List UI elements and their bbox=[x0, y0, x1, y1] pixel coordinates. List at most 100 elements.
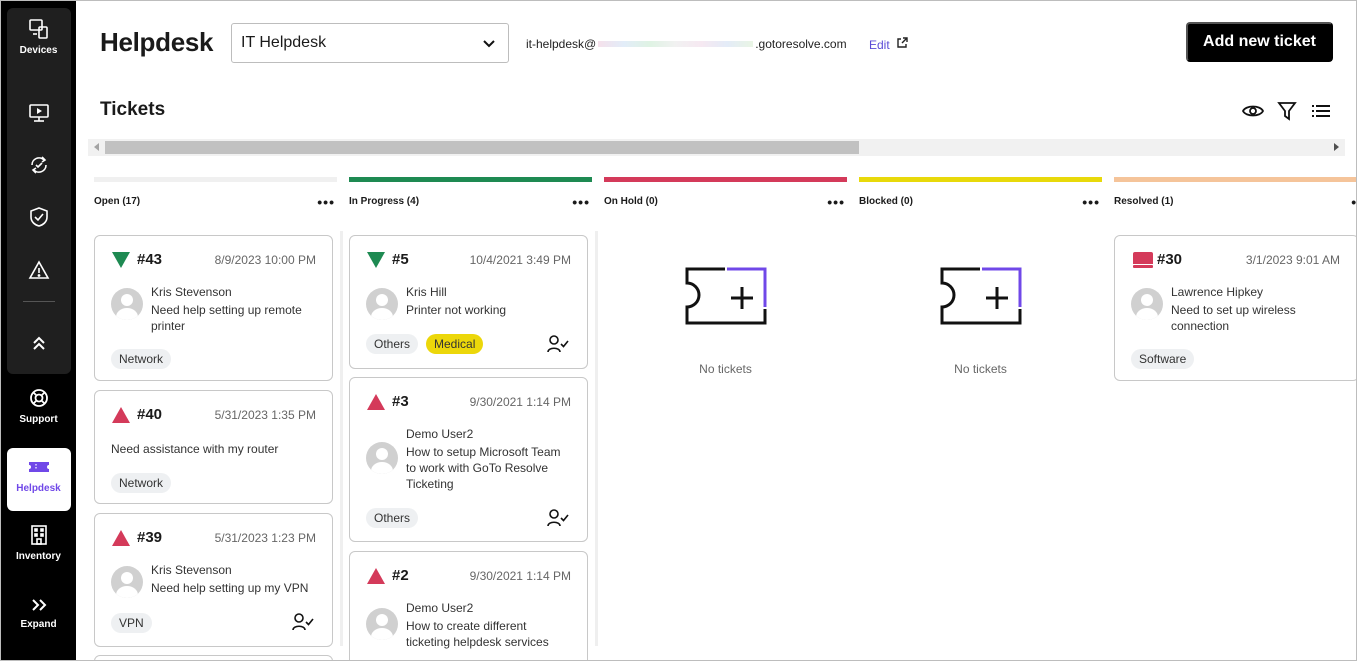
building-icon bbox=[27, 523, 51, 547]
column-menu-button[interactable]: ••• bbox=[1351, 194, 1356, 210]
avatar bbox=[111, 288, 143, 320]
sidebar-item-label: Inventory bbox=[15, 551, 61, 562]
add-new-ticket-button[interactable]: Add new ticket bbox=[1186, 22, 1333, 62]
ticket-requester: Kris Stevenson bbox=[151, 285, 232, 299]
priority-high-icon bbox=[367, 568, 385, 589]
assigned-user-icon[interactable] bbox=[292, 613, 314, 636]
tag: Others bbox=[366, 508, 419, 528]
ticket-requester: Kris Stevenson bbox=[151, 563, 232, 577]
warning-icon bbox=[27, 258, 51, 282]
sidebar-item-label: Support bbox=[19, 414, 58, 425]
sidebar-divider bbox=[23, 301, 55, 302]
helpdesk-select[interactable]: IT Helpdesk bbox=[231, 23, 509, 63]
sidebar-collapse-button[interactable] bbox=[1, 331, 76, 355]
ticket-card[interactable]: #40 5/31/2023 1:35 PM Need assistance wi… bbox=[94, 390, 333, 504]
ticket-description: How to setup Microsoft Team to work with… bbox=[406, 445, 561, 491]
sidebar-item-helpdesk[interactable]: Helpdesk bbox=[1, 455, 76, 494]
column-title: On Hold (0) bbox=[604, 196, 658, 207]
sidebar-item-inventory[interactable]: Inventory bbox=[1, 523, 76, 562]
sync-check-icon bbox=[27, 153, 51, 177]
column-color-bar bbox=[349, 177, 592, 182]
tag: Software bbox=[1131, 349, 1195, 369]
email-redacted bbox=[598, 41, 754, 47]
ticket-tags: VPN bbox=[111, 613, 152, 633]
sidebar-item-security[interactable] bbox=[1, 205, 76, 229]
page-title: Helpdesk bbox=[100, 27, 214, 57]
helpdesk-email: it-helpdesk@ .gotoresolve.com bbox=[526, 37, 847, 51]
assigned-user-icon[interactable] bbox=[547, 335, 569, 358]
horizontal-scrollbar[interactable] bbox=[88, 139, 1345, 156]
edit-label: Edit bbox=[869, 37, 890, 52]
tickets-toolbar bbox=[1241, 100, 1333, 122]
app-window: Devices Support Helpdesk Inventory Expan… bbox=[0, 0, 1357, 661]
sidebar-item-support[interactable]: Support bbox=[1, 386, 76, 425]
column-color-bar bbox=[1114, 177, 1356, 182]
sidebar-item-devices[interactable]: Devices bbox=[1, 17, 76, 56]
scrollbar-thumb[interactable] bbox=[105, 141, 859, 154]
ticket-date: 5/31/2023 1:23 PM bbox=[214, 531, 316, 545]
ticket-card-partial[interactable] bbox=[94, 655, 333, 660]
empty-label: No tickets bbox=[954, 362, 1007, 376]
avatar bbox=[1131, 288, 1163, 320]
add-ticket-illustration-icon bbox=[940, 267, 1021, 325]
column-on-hold: On Hold (0) ••• No tickets bbox=[604, 177, 847, 660]
priority-resolved-icon bbox=[1132, 251, 1154, 274]
priority-low-icon bbox=[112, 252, 130, 273]
scroll-right-arrow[interactable] bbox=[1334, 143, 1339, 151]
ticket-description: Need assistance with my router bbox=[111, 442, 279, 456]
ticket-requester: Demo User2 bbox=[406, 601, 474, 615]
avatar bbox=[366, 608, 398, 640]
column-divider bbox=[595, 231, 598, 646]
ticket-card[interactable]: #3 9/30/2021 1:14 PM Demo User2 How to s… bbox=[349, 377, 588, 542]
scroll-left-arrow[interactable] bbox=[94, 143, 99, 151]
ticket-card[interactable]: #5 10/4/2021 3:49 PM Kris Hill Printer n… bbox=[349, 235, 588, 369]
ticket-card[interactable]: #39 5/31/2023 1:23 PM Kris Stevenson Nee… bbox=[94, 513, 333, 647]
edit-email-link[interactable]: Edit bbox=[869, 37, 908, 52]
column-title: Open (17) bbox=[94, 196, 141, 207]
ticket-requester: Demo User2 bbox=[406, 427, 474, 441]
sidebar-item-label: Helpdesk bbox=[16, 483, 61, 494]
ticket-card[interactable]: #43 8/9/2023 10:00 PM Kris Stevenson Nee… bbox=[94, 235, 333, 381]
monitor-play-icon bbox=[27, 101, 51, 125]
tag: VPN bbox=[111, 613, 152, 633]
chevron-down-icon bbox=[481, 35, 497, 56]
add-ticket-illustration-icon bbox=[685, 267, 766, 325]
sidebar-item-alerts[interactable] bbox=[1, 258, 76, 282]
ticket-tags: Others bbox=[366, 508, 419, 528]
email-suffix: .gotoresolve.com bbox=[755, 37, 847, 51]
sidebar-item-automation[interactable] bbox=[1, 153, 76, 177]
column-menu-button[interactable]: ••• bbox=[572, 194, 590, 210]
column-blocked: Blocked (0) ••• No tickets bbox=[859, 177, 1102, 660]
column-divider bbox=[340, 231, 343, 646]
ticket-requester: Kris Hill bbox=[406, 285, 447, 299]
sidebar-expand-button[interactable]: Expand bbox=[1, 593, 76, 630]
ticket-date: 8/9/2023 10:00 PM bbox=[214, 253, 316, 267]
ticket-number: #30 bbox=[1157, 251, 1183, 268]
ticket-tags: Network bbox=[111, 473, 172, 493]
column-menu-button[interactable]: ••• bbox=[1082, 194, 1100, 210]
ticket-number: #2 bbox=[392, 567, 409, 584]
filter-icon[interactable] bbox=[1275, 100, 1299, 122]
ticket-description: Need to set up wireless connection bbox=[1171, 303, 1296, 333]
column-menu-button[interactable]: ••• bbox=[317, 194, 335, 210]
ticket-description: Need help setting up remote printer bbox=[151, 303, 302, 333]
eye-icon[interactable] bbox=[1241, 100, 1265, 122]
ticket-number: #39 bbox=[137, 529, 163, 546]
assigned-user-icon[interactable] bbox=[547, 509, 569, 532]
email-prefix: it-helpdesk@ bbox=[526, 37, 597, 51]
ticket-requester: Lawrence Hipkey bbox=[1171, 285, 1264, 299]
ticket-card[interactable]: #30 3/1/2023 9:01 AM Lawrence Hipkey Nee… bbox=[1114, 235, 1356, 381]
empty-label: No tickets bbox=[699, 362, 752, 376]
tag: Network bbox=[111, 349, 172, 369]
column-menu-button[interactable]: ••• bbox=[827, 194, 845, 210]
list-view-icon[interactable] bbox=[1309, 100, 1333, 122]
ticket-date: 3/1/2023 9:01 AM bbox=[1245, 253, 1340, 267]
ticket-card[interactable]: #2 9/30/2021 1:14 PM Demo User2 How to c… bbox=[349, 551, 588, 660]
ticket-tags: Others Medical bbox=[366, 334, 484, 354]
tag: Medical bbox=[426, 334, 484, 354]
empty-state: No tickets bbox=[859, 267, 1102, 376]
sidebar-item-remote-session[interactable] bbox=[1, 101, 76, 125]
ticket-description: Need help setting up my VPN bbox=[151, 581, 309, 595]
priority-high-icon bbox=[112, 530, 130, 551]
ticket-tags: Network bbox=[111, 349, 172, 369]
